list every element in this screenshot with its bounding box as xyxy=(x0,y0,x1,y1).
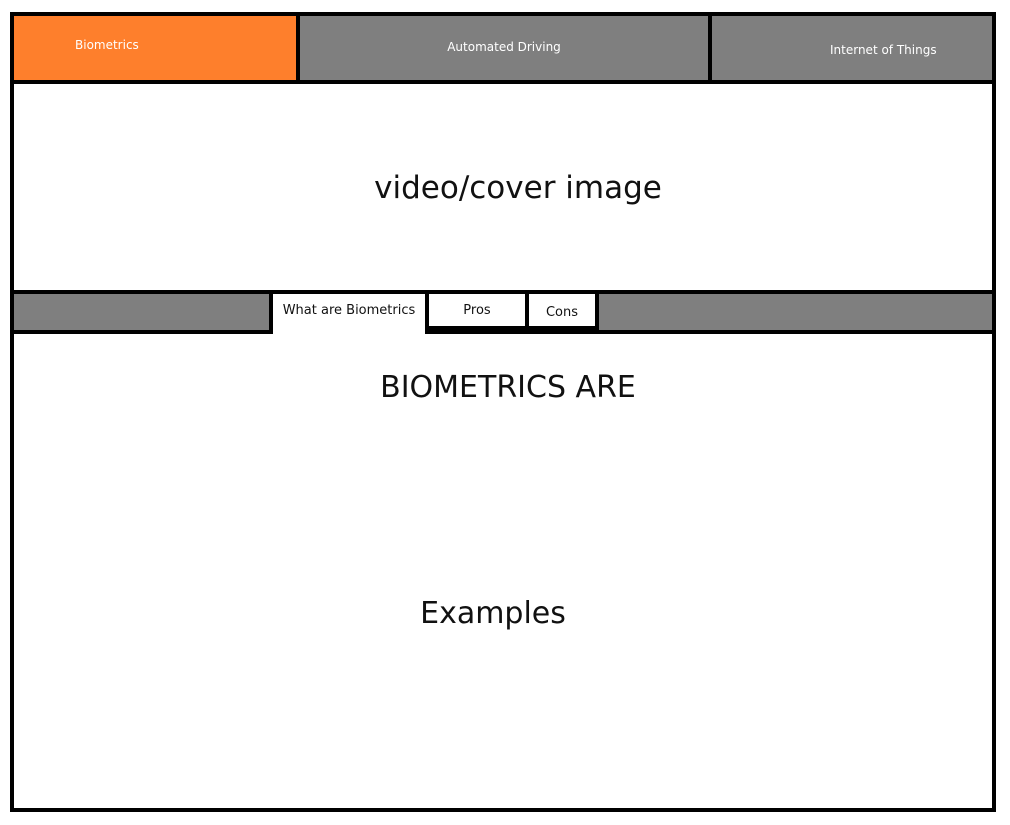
content-heading: BIOMETRICS ARE xyxy=(380,370,636,405)
examples-heading: Examples xyxy=(420,596,566,631)
subtab-what-are-biometrics[interactable]: What are Biometrics xyxy=(269,294,429,334)
page-frame: Biometrics Automated Driving Internet of… xyxy=(10,12,996,812)
cover-image-placeholder[interactable]: video/cover image xyxy=(14,84,992,292)
subtab-cons[interactable]: Cons xyxy=(529,294,599,330)
section-tab-bar: What are Biometrics Pros Cons xyxy=(14,290,992,334)
subtab-pros[interactable]: Pros xyxy=(429,294,529,330)
tab-biometrics[interactable]: Biometrics xyxy=(14,16,296,80)
tab-internet-of-things[interactable]: Internet of Things xyxy=(708,16,992,80)
top-navigation: Biometrics Automated Driving Internet of… xyxy=(14,16,992,84)
tab-automated-driving[interactable]: Automated Driving xyxy=(296,16,708,80)
cover-label: video/cover image xyxy=(374,170,662,206)
main-content: BIOMETRICS ARE Examples xyxy=(14,334,992,808)
